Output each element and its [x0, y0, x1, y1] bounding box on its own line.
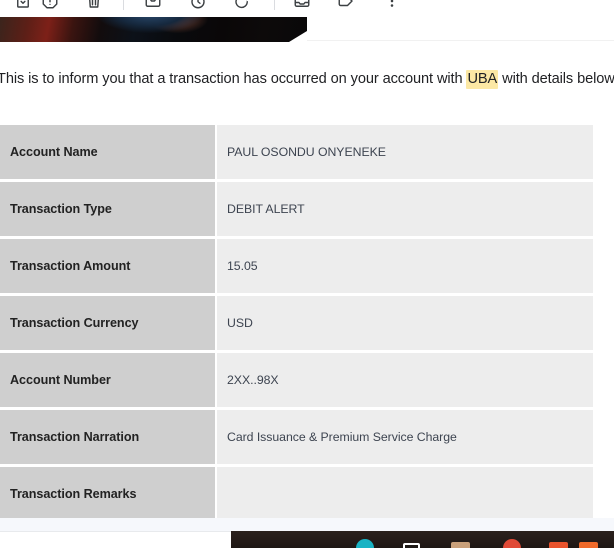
page-bottom-padding	[0, 518, 614, 531]
dock-icon-window[interactable]	[403, 543, 420, 548]
bank-name-highlight: UBA	[466, 70, 499, 89]
table-row: Transaction Narration Card Issuance & Pre…	[0, 410, 593, 464]
detail-label: Account Name	[0, 125, 215, 179]
delete-icon[interactable]	[84, 0, 104, 11]
detail-value: Card Issuance & Premium Service Charge	[217, 410, 593, 464]
email-banner-image	[0, 17, 307, 42]
detail-label: Transaction Remarks	[0, 467, 215, 521]
dock-icon-amber[interactable]	[579, 542, 598, 548]
banner-photo	[0, 17, 307, 42]
table-row: Transaction Remarks	[0, 467, 593, 521]
intro-text-before: This is to inform you that a transaction…	[0, 71, 467, 87]
os-dock[interactable]	[231, 531, 614, 548]
detail-value: PAUL OSONDU ONYENEKE	[217, 125, 593, 179]
detail-label: Transaction Amount	[0, 239, 215, 293]
table-row: Account Name PAUL OSONDU ONYENEKE	[0, 125, 593, 179]
table-row: Transaction Currency USD	[0, 296, 593, 350]
more-options-icon[interactable]	[382, 0, 402, 11]
detail-value: 2XX..98X	[217, 353, 593, 407]
table-row: Transaction Amount 15.05	[0, 239, 593, 293]
detail-label: Account Number	[0, 353, 215, 407]
dock-icon-tan[interactable]	[451, 542, 470, 548]
email-message-screen: This is to inform you that a transaction…	[0, 0, 614, 548]
detail-value: USD	[217, 296, 593, 350]
window-bottom-edge	[0, 531, 231, 548]
intro-text-after: with details below:	[498, 71, 614, 87]
snooze-icon[interactable]	[188, 0, 208, 11]
transaction-details-table: Account Name PAUL OSONDU ONYENEKE Transact…	[0, 125, 593, 521]
report-spam-icon[interactable]	[40, 0, 60, 11]
table-row: Account Number 2XX..98X	[0, 353, 593, 407]
dock-icon-orange[interactable]	[549, 542, 568, 548]
toolbar-divider	[123, 0, 124, 10]
detail-label: Transaction Type	[0, 182, 215, 236]
detail-value	[217, 467, 593, 521]
detail-value: DEBIT ALERT	[217, 182, 593, 236]
message-intro-text: This is to inform you that a transaction…	[0, 69, 614, 89]
dock-icon-teal[interactable]	[356, 539, 374, 548]
move-to-inbox-icon[interactable]	[292, 0, 312, 11]
message-toolbar	[0, 0, 614, 17]
content-hairline	[307, 40, 614, 41]
detail-label: Transaction Currency	[0, 296, 215, 350]
detail-value: 15.05	[217, 239, 593, 293]
labels-icon[interactable]	[336, 0, 356, 11]
dock-icon-red[interactable]	[503, 539, 521, 548]
archive-icon[interactable]	[13, 0, 33, 11]
banner-corner-clip	[289, 31, 307, 42]
add-to-tasks-icon[interactable]	[232, 0, 252, 11]
mark-unread-icon[interactable]	[143, 0, 163, 11]
table-row: Transaction Type DEBIT ALERT	[0, 182, 593, 236]
toolbar-divider	[274, 0, 275, 10]
detail-label: Transaction Narration	[0, 410, 215, 464]
